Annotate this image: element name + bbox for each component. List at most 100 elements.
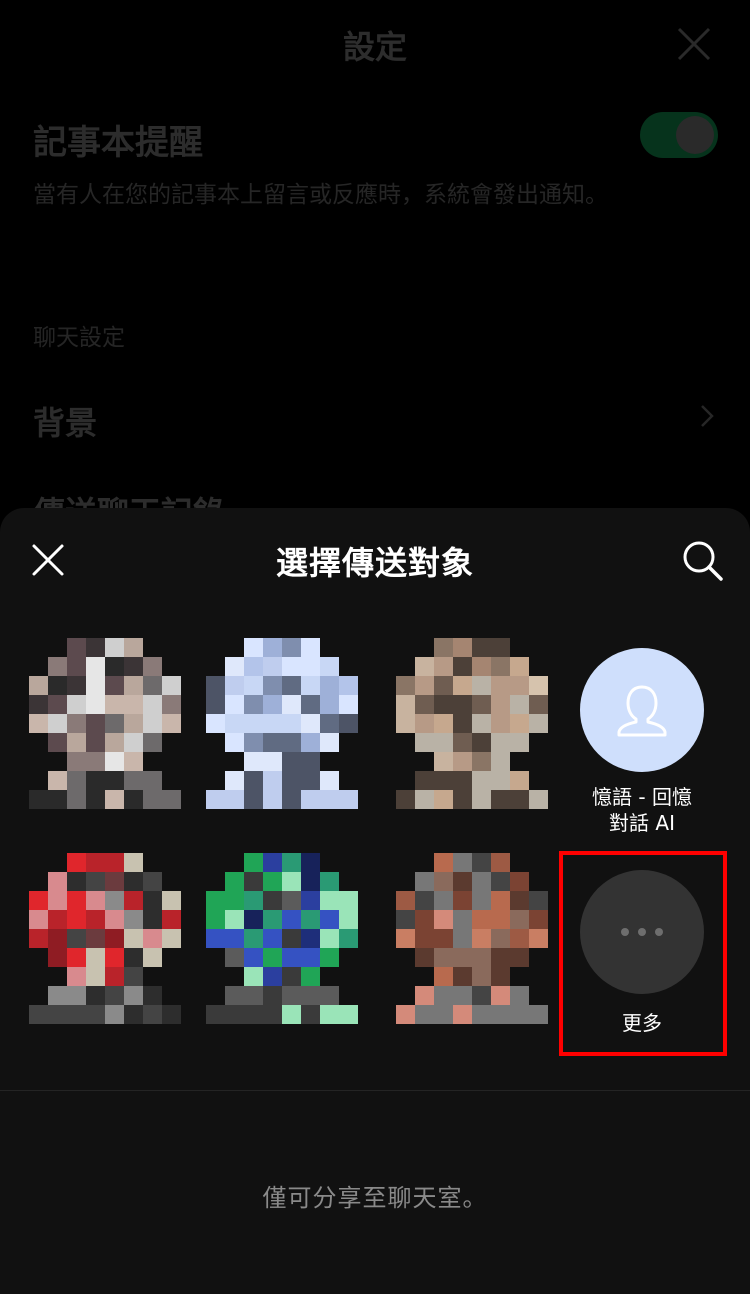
target-label: 憶語 - 回憶 對話 AI xyxy=(557,784,727,836)
avatar-pixel xyxy=(225,676,244,695)
avatar-pixel xyxy=(86,891,105,910)
avatar-pixel xyxy=(282,948,301,967)
avatar-pixel xyxy=(124,853,143,872)
avatar-pixel xyxy=(472,929,491,948)
avatar-pixel xyxy=(339,891,358,910)
avatar-pixel xyxy=(225,891,244,910)
target-tile[interactable] xyxy=(196,853,366,1033)
avatar-pixel xyxy=(67,891,86,910)
avatar-pixel xyxy=(415,891,434,910)
blurred-avatar xyxy=(206,638,358,818)
avatar-pixel xyxy=(301,733,320,752)
target-tile[interactable] xyxy=(386,638,556,818)
avatar-pixel xyxy=(396,929,415,948)
avatar-pixel xyxy=(434,872,453,891)
avatar-pixel xyxy=(124,676,143,695)
avatar-pixel xyxy=(244,929,263,948)
avatar-pixel xyxy=(472,733,491,752)
avatar-pixel xyxy=(434,657,453,676)
avatar-pixel xyxy=(434,853,453,872)
avatar-pixel xyxy=(453,695,472,714)
avatar-pixel xyxy=(244,771,263,790)
avatar-pixel xyxy=(415,714,434,733)
avatar-pixel xyxy=(244,853,263,872)
avatar-pixel xyxy=(244,695,263,714)
avatar-pixel xyxy=(453,752,472,771)
avatar-pixel xyxy=(529,790,548,809)
avatar-pixel xyxy=(162,790,181,809)
avatar-pixel xyxy=(510,929,529,948)
avatar-pixel xyxy=(48,891,67,910)
avatar-pixel xyxy=(415,872,434,891)
share-target-sheet: 選擇傳送對象 憶語 - 回憶 對話 AI 更多 僅可分享至聊天室。 xyxy=(0,508,750,1294)
avatar-pixel xyxy=(320,790,339,809)
avatar-pixel xyxy=(67,929,86,948)
avatar-pixel xyxy=(263,752,282,771)
target-tile[interactable] xyxy=(386,853,556,1033)
avatar-pixel xyxy=(529,676,548,695)
avatar-pixel xyxy=(244,967,263,986)
avatar-pixel xyxy=(282,695,301,714)
more-button[interactable]: 更多 xyxy=(557,870,727,1036)
avatar-pixel xyxy=(225,929,244,948)
avatar-pixel xyxy=(510,872,529,891)
avatar-pixel xyxy=(529,695,548,714)
avatar-pixel xyxy=(434,676,453,695)
target-tile-memory-ai[interactable]: 憶語 - 回憶 對話 AI xyxy=(557,648,727,836)
avatar-pixel xyxy=(143,695,162,714)
avatar-pixel xyxy=(453,771,472,790)
avatar-pixel xyxy=(48,733,67,752)
avatar-pixel xyxy=(105,1005,124,1024)
avatar-pixel xyxy=(282,771,301,790)
avatar-pixel xyxy=(143,714,162,733)
avatar-pixel xyxy=(67,695,86,714)
avatar-pixel xyxy=(301,948,320,967)
avatar-pixel xyxy=(282,714,301,733)
avatar-pixel xyxy=(320,733,339,752)
avatar-pixel xyxy=(29,790,48,809)
avatar-pixel xyxy=(396,891,415,910)
avatar-pixel xyxy=(124,872,143,891)
avatar-pixel xyxy=(491,714,510,733)
avatar-pixel xyxy=(491,1005,510,1024)
avatar-pixel xyxy=(396,1005,415,1024)
avatar-pixel xyxy=(282,752,301,771)
avatar-pixel xyxy=(301,891,320,910)
avatar-pixel xyxy=(263,733,282,752)
chat-settings-section-header: 聊天設定 xyxy=(33,325,125,351)
avatar-pixel xyxy=(86,752,105,771)
avatar-pixel xyxy=(320,948,339,967)
settings-close-icon xyxy=(677,27,711,61)
avatar-pixel xyxy=(320,1005,339,1024)
avatar-pixel xyxy=(472,638,491,657)
avatar-pixel xyxy=(472,910,491,929)
target-tile[interactable] xyxy=(19,638,189,818)
avatar-pixel xyxy=(67,967,86,986)
avatar-pixel xyxy=(67,733,86,752)
avatar-pixel xyxy=(453,967,472,986)
avatar-pixel xyxy=(320,714,339,733)
avatar-pixel xyxy=(105,771,124,790)
avatar-pixel xyxy=(320,771,339,790)
avatar-pixel xyxy=(244,948,263,967)
avatar-pixel xyxy=(320,872,339,891)
avatar-pixel xyxy=(105,714,124,733)
avatar-pixel xyxy=(263,1005,282,1024)
avatar-pixel xyxy=(67,948,86,967)
target-tile[interactable] xyxy=(19,853,189,1033)
avatar-pixel xyxy=(48,1005,67,1024)
avatar-pixel xyxy=(124,967,143,986)
memo-reminder-toggle xyxy=(640,112,718,158)
avatar-pixel xyxy=(301,771,320,790)
target-tile[interactable] xyxy=(196,638,366,818)
avatar-pixel xyxy=(282,910,301,929)
avatar-pixel xyxy=(244,657,263,676)
avatar-pixel xyxy=(206,714,225,733)
avatar-pixel xyxy=(29,714,48,733)
avatar-pixel xyxy=(124,752,143,771)
avatar-pixel xyxy=(162,1005,181,1024)
blurred-avatar xyxy=(29,853,181,1033)
avatar-pixel xyxy=(124,657,143,676)
avatar-pixel xyxy=(225,986,244,1005)
avatar-pixel xyxy=(434,986,453,1005)
